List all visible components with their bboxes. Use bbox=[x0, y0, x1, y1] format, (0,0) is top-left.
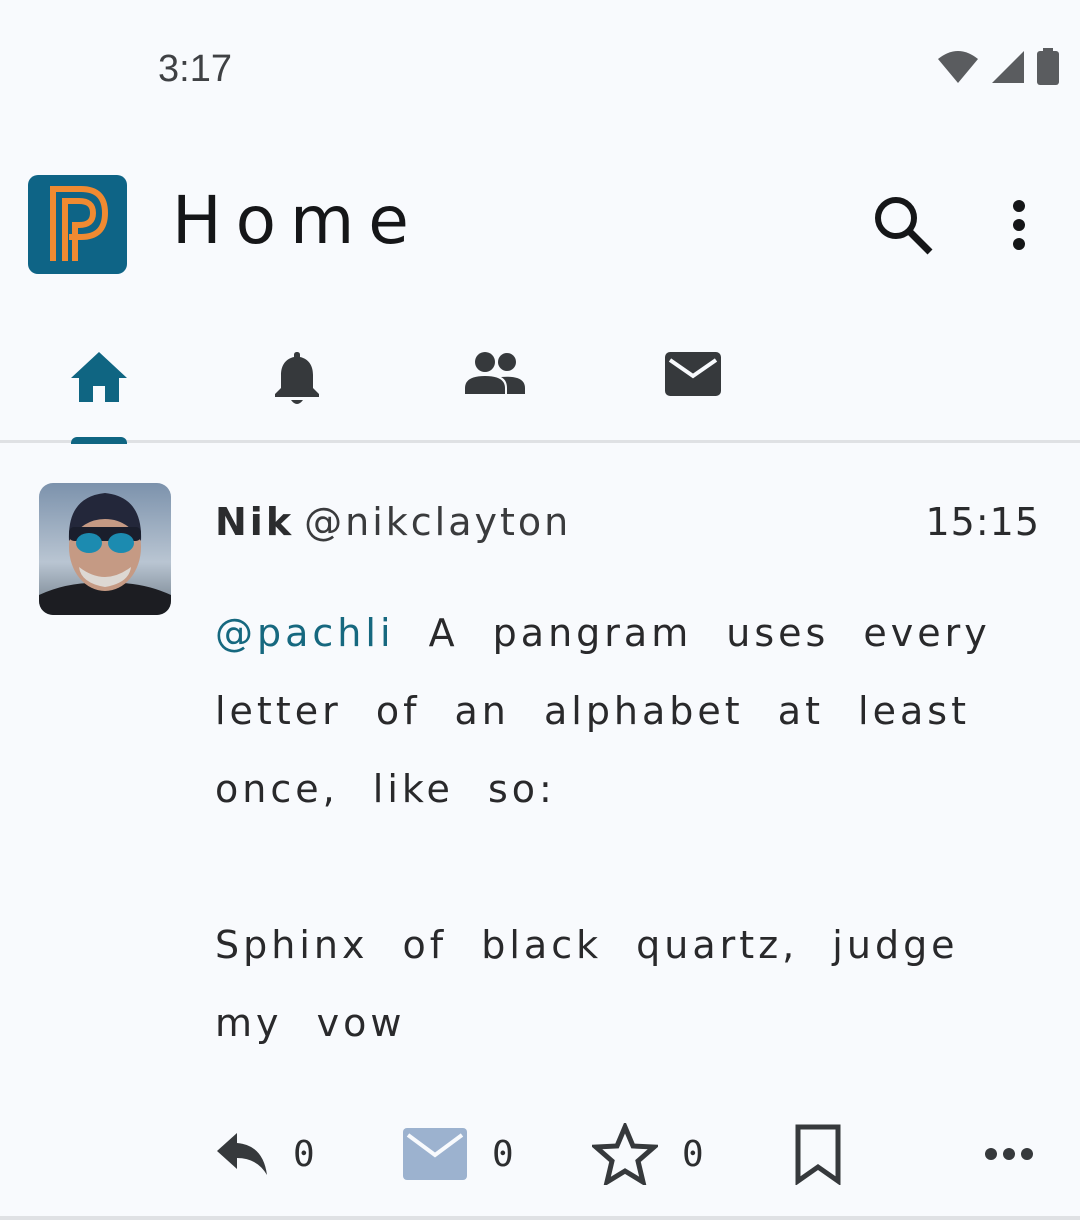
account-handle[interactable]: @nikclayton bbox=[304, 500, 571, 544]
author-line: Nik @nikclayton 15:15 bbox=[215, 500, 1040, 550]
star-outline-icon bbox=[592, 1123, 658, 1185]
battery-icon bbox=[1037, 48, 1059, 85]
post-more-button[interactable] bbox=[984, 1114, 1034, 1194]
post-paragraph: @pachli A pangram uses every letter of a… bbox=[215, 594, 1045, 828]
post-actions: 0 0 0 bbox=[0, 1114, 1080, 1194]
pachli-logo[interactable] bbox=[28, 175, 127, 274]
reply-icon bbox=[217, 1133, 267, 1175]
search-button[interactable] bbox=[870, 192, 936, 258]
tab-notifications[interactable] bbox=[198, 325, 396, 441]
bell-icon bbox=[275, 352, 319, 404]
direct-message-button[interactable]: 0 bbox=[402, 1114, 514, 1194]
more-vert-icon bbox=[1013, 200, 1025, 250]
bookmark-button[interactable] bbox=[794, 1114, 842, 1194]
tab-direct-messages[interactable] bbox=[594, 325, 792, 441]
home-icon bbox=[71, 352, 127, 402]
tab-local[interactable] bbox=[396, 325, 594, 441]
status-icons bbox=[936, 48, 1060, 86]
more-horiz-icon bbox=[985, 1148, 1033, 1160]
reblog-count: 0 bbox=[492, 1133, 514, 1175]
pachli-logo-icon bbox=[49, 185, 108, 261]
direct-message-icon bbox=[403, 1128, 467, 1180]
top-app-bar: Home bbox=[0, 140, 1080, 310]
status-post[interactable]: Nik @nikclayton 15:15 @pachli A pangram u… bbox=[0, 444, 1080, 1220]
post-content: @pachli A pangram uses every letter of a… bbox=[215, 594, 1045, 1062]
system-status-bar: 3:17 bbox=[0, 0, 1080, 140]
favourite-button[interactable]: 0 bbox=[592, 1114, 704, 1194]
display-name[interactable]: Nik bbox=[215, 500, 294, 544]
timeline-tabs bbox=[0, 325, 1080, 444]
selected-tab-indicator bbox=[71, 437, 127, 444]
people-icon bbox=[465, 352, 525, 394]
reply-count: 0 bbox=[293, 1133, 315, 1175]
post-paragraph: Sphinx of black quartz, judge my vow bbox=[215, 906, 1045, 1062]
reply-button[interactable]: 0 bbox=[215, 1114, 315, 1194]
post-divider bbox=[0, 1216, 1080, 1220]
mail-icon bbox=[665, 352, 721, 396]
overflow-menu-button[interactable] bbox=[994, 192, 1044, 258]
post-timestamp: 15:15 bbox=[925, 500, 1040, 544]
avatar-image bbox=[39, 483, 171, 615]
signal-icon bbox=[992, 51, 1024, 83]
bookmark-outline-icon bbox=[795, 1124, 841, 1185]
page-title: Home bbox=[172, 182, 423, 259]
favourite-count: 0 bbox=[682, 1133, 704, 1175]
pangram-text: Sphinx of black quartz, judge my vow bbox=[215, 923, 959, 1045]
status-time: 3:17 bbox=[158, 48, 232, 90]
wifi-icon bbox=[938, 51, 978, 83]
mention-link[interactable]: @pachli bbox=[215, 611, 395, 655]
tab-home[interactable] bbox=[0, 325, 198, 444]
avatar[interactable] bbox=[39, 483, 171, 615]
search-icon bbox=[875, 197, 933, 255]
